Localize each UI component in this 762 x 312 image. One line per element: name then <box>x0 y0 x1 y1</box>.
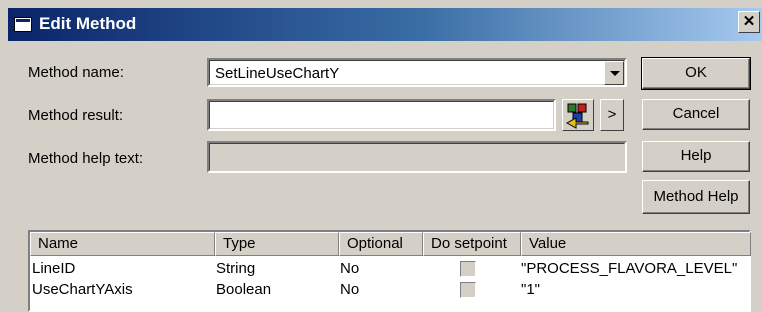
parameters-table[interactable]: Name Type Optional Do setpoint Value Lin… <box>28 230 751 312</box>
method-result-label: Method result: <box>28 107 124 124</box>
param-type: Boolean <box>216 281 272 298</box>
ok-button[interactable]: OK <box>641 57 751 90</box>
close-button[interactable]: ✕ <box>738 11 760 33</box>
do-setpoint-checkbox[interactable] <box>460 261 476 277</box>
cancel-button[interactable]: Cancel <box>642 99 750 130</box>
method-help-button[interactable]: Method Help <box>642 180 750 214</box>
param-type: String <box>216 260 256 277</box>
param-name: UseChartYAxis <box>32 281 133 298</box>
method-help-text-label: Method help text: <box>28 150 144 167</box>
column-header-optional[interactable]: Optional <box>339 232 423 256</box>
param-value[interactable]: "1" <box>521 281 540 298</box>
param-optional: No <box>340 260 360 277</box>
do-setpoint-checkbox[interactable] <box>460 282 476 298</box>
column-header-name[interactable]: Name <box>30 232 215 256</box>
chevron-down-icon[interactable] <box>604 61 624 85</box>
help-button[interactable]: Help <box>642 141 750 172</box>
param-value[interactable]: "PROCESS_FLAVORA_LEVEL" <box>521 260 737 277</box>
method-name-combobox[interactable]: SetLineUseChartY <box>207 58 627 87</box>
window-icon <box>14 17 32 32</box>
method-result-field[interactable] <box>207 99 556 131</box>
tag-browser-icon <box>565 103 589 129</box>
column-header-do-setpoint[interactable]: Do setpoint <box>423 232 521 256</box>
method-name-label: Method name: <box>28 64 124 81</box>
param-optional: No <box>340 281 360 298</box>
browse-arrow-button[interactable]: > <box>600 99 624 131</box>
title-bar[interactable]: Edit Method <box>8 8 762 41</box>
method-name-value: SetLineUseChartY <box>215 65 340 82</box>
column-header-type[interactable]: Type <box>215 232 339 256</box>
method-help-text-field[interactable] <box>207 141 627 173</box>
edit-method-dialog: Edit Method ✕ Method name: SetLineUseCha… <box>0 0 762 312</box>
column-header-value[interactable]: Value <box>521 232 751 256</box>
window-title: Edit Method <box>39 14 137 33</box>
variable-browse-button[interactable] <box>562 99 594 131</box>
param-name: LineID <box>32 260 76 277</box>
